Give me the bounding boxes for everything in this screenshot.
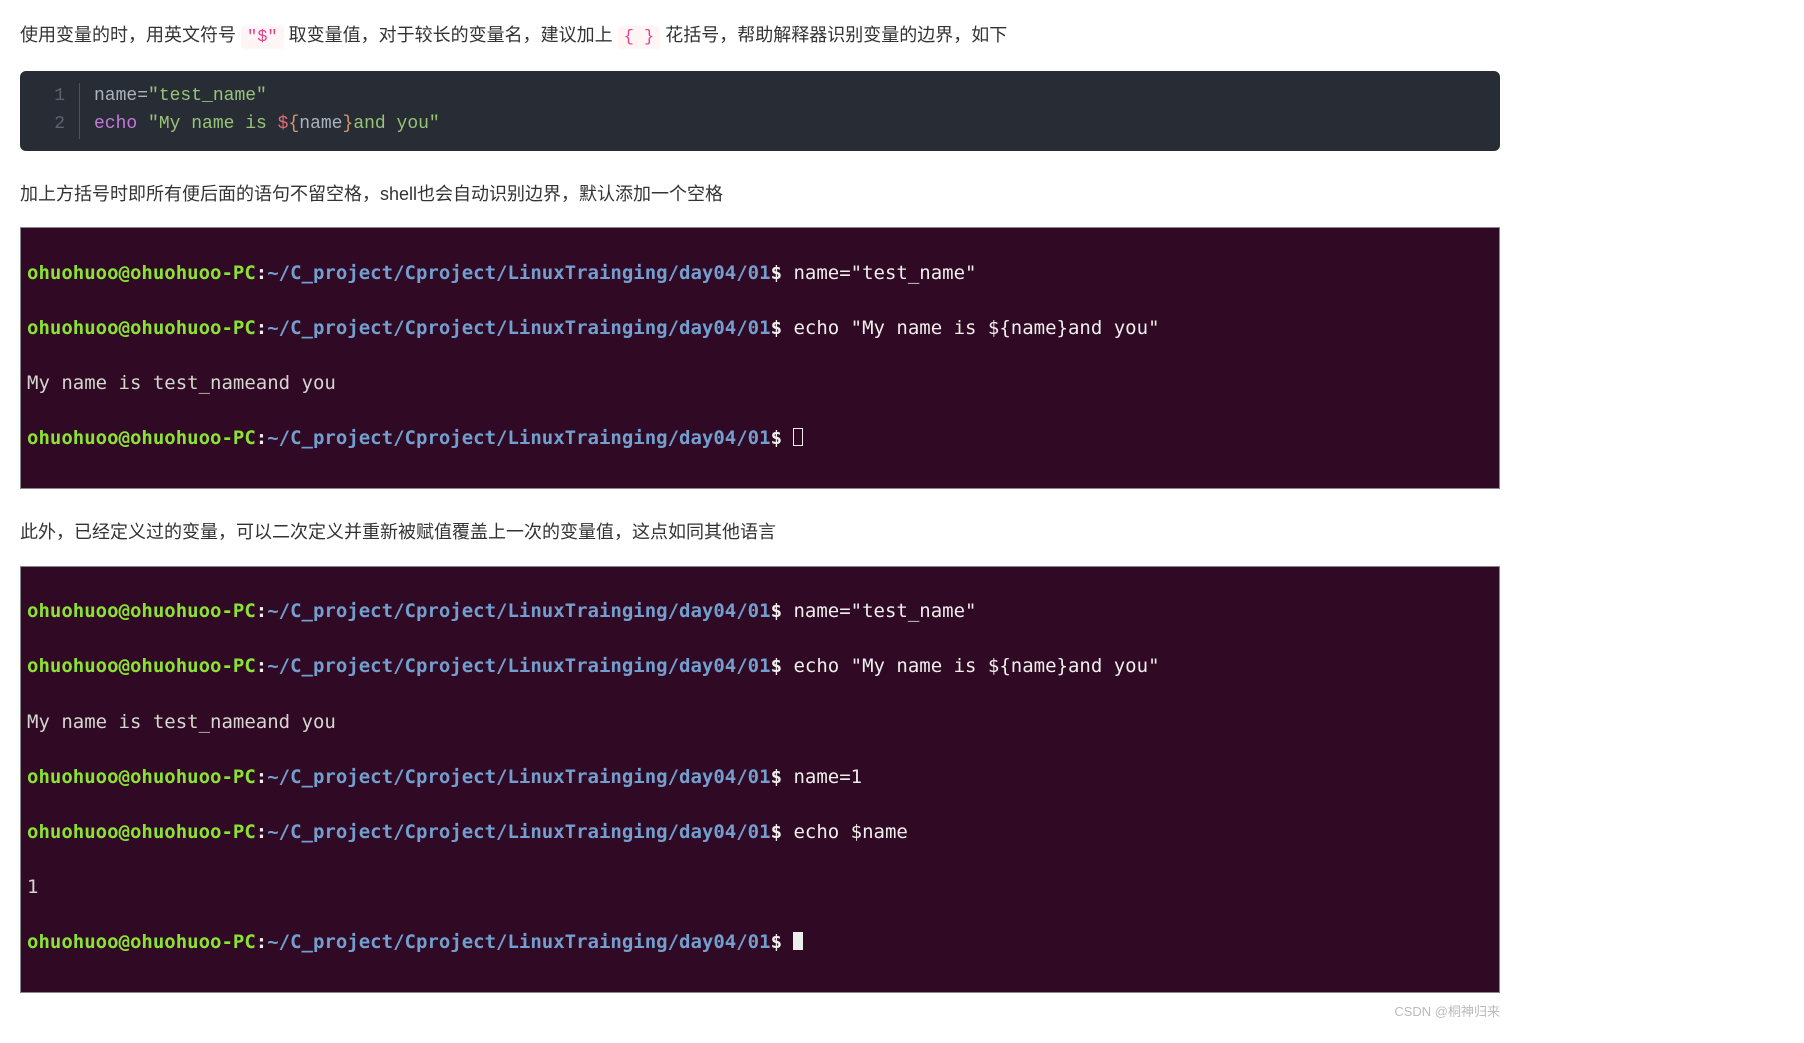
code-line-1: 1 name="test_name" xyxy=(20,83,1500,111)
paragraph-1: 使用变量的时，用英文符号 "$" 取变量值，对于较长的变量名，建议加上 { } … xyxy=(20,20,1500,53)
code-content-2: echo "My name is ${name}and you" xyxy=(80,111,440,139)
term2-output2: 1 xyxy=(27,874,1493,902)
term1-line1: ohuohuoo@ohuohuoo-PC:~/C_project/Cprojec… xyxy=(27,260,1493,288)
term2-line1: ohuohuoo@ohuohuoo-PC:~/C_project/Cprojec… xyxy=(27,598,1493,626)
inline-code-braces: { } xyxy=(618,26,661,49)
terminal-1: ohuohuoo@ohuohuoo-PC:~/C_project/Cprojec… xyxy=(20,227,1500,489)
term1-line2: ohuohuoo@ohuohuoo-PC:~/C_project/Cprojec… xyxy=(27,315,1493,343)
term1-output: My name is test_nameand you xyxy=(27,370,1493,398)
inline-code-dollar: "$" xyxy=(241,26,284,49)
watermark: CSDN @桐神归来 xyxy=(20,1001,1500,1023)
p1-seg1: 使用变量的时，用英文符号 xyxy=(20,25,241,45)
term2-line5: ohuohuoo@ohuohuoo-PC:~/C_project/Cprojec… xyxy=(27,819,1493,847)
term2-line7: ohuohuoo@ohuohuoo-PC:~/C_project/Cprojec… xyxy=(27,929,1493,957)
p1-seg3: 花括号，帮助解释器识别变量的边界，如下 xyxy=(665,25,1007,45)
term2-line2: ohuohuoo@ohuohuoo-PC:~/C_project/Cprojec… xyxy=(27,653,1493,681)
term2-output1: My name is test_nameand you xyxy=(27,709,1493,737)
paragraph-3: 此外，已经定义过的变量，可以二次定义并重新被赋值覆盖上一次的变量值，这点如同其他… xyxy=(20,517,1500,548)
code-content-1: name="test_name" xyxy=(80,83,267,111)
gutter-1: 1 xyxy=(20,83,80,111)
code-line-2: 2 echo "My name is ${name}and you" xyxy=(20,111,1500,139)
terminal-2: ohuohuoo@ohuohuoo-PC:~/C_project/Cprojec… xyxy=(20,566,1500,993)
cursor-icon xyxy=(793,428,803,446)
term2-line4: ohuohuoo@ohuohuoo-PC:~/C_project/Cprojec… xyxy=(27,764,1493,792)
paragraph-2: 加上方括号时即所有便后面的语句不留空格，shell也会自动识别边界，默认添加一个… xyxy=(20,179,1500,210)
code-block: 1 name="test_name" 2 echo "My name is ${… xyxy=(20,71,1500,151)
p1-seg2: 取变量值，对于较长的变量名，建议加上 xyxy=(289,25,618,45)
gutter-2: 2 xyxy=(20,111,80,139)
term1-line4: ohuohuoo@ohuohuoo-PC:~/C_project/Cprojec… xyxy=(27,425,1493,453)
cursor-icon xyxy=(793,932,803,950)
